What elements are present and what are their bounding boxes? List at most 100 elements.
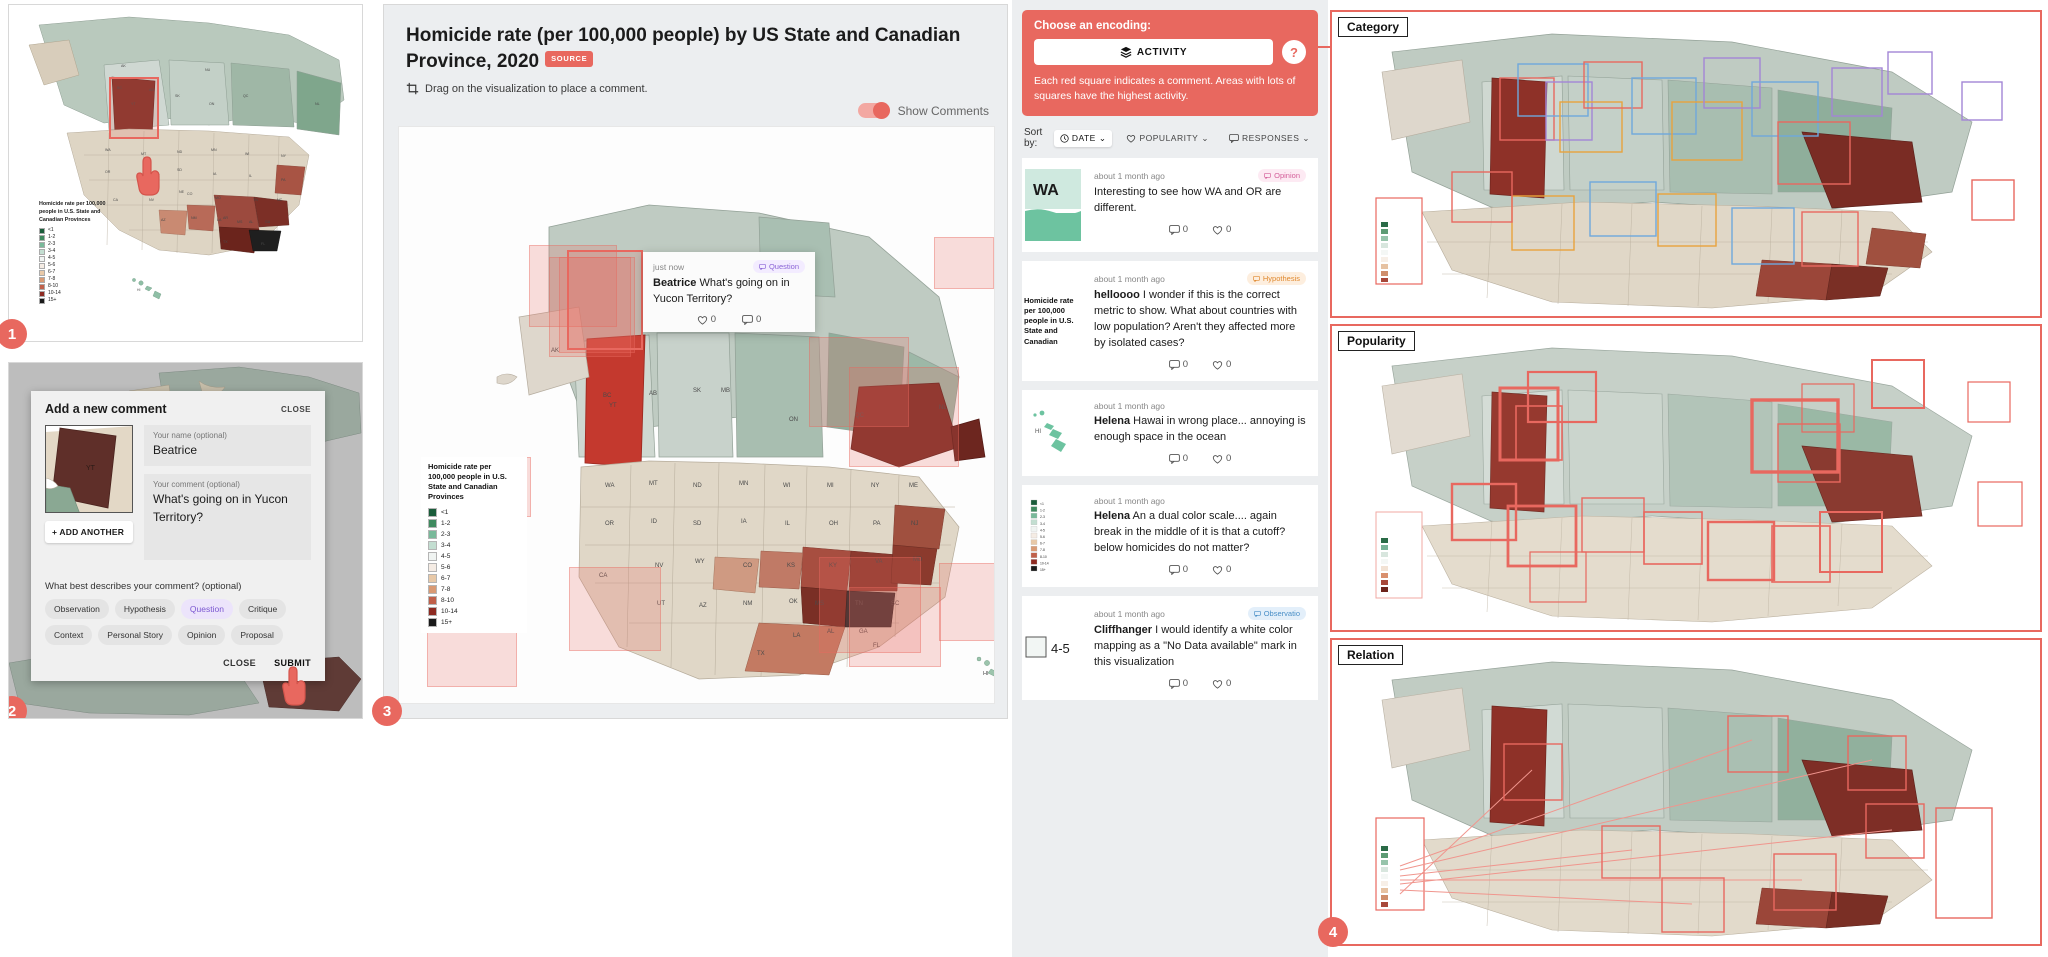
encoding-preview-popularity[interactable]: Popularity: [1330, 324, 2042, 632]
comment-tag-label: Observatio: [1263, 609, 1300, 619]
comment-header: about 1 month ago: [1094, 496, 1306, 506]
name-field[interactable]: Your name (optional) Beatrice: [144, 425, 311, 466]
comment-reply-stat[interactable]: 0: [1168, 564, 1188, 575]
source-badge[interactable]: SOURCE: [545, 50, 594, 67]
legend-swatch: [39, 283, 45, 290]
tag-option-question[interactable]: Question: [180, 599, 233, 619]
comment-reply-stat[interactable]: 0: [1168, 678, 1188, 689]
comment-card[interactable]: 4-5 about 1 month ago Observatio Cliffhange…: [1022, 596, 1318, 700]
svg-text:TX: TX: [757, 651, 765, 657]
tag-option-personal-story[interactable]: Personal Story: [98, 625, 173, 645]
comment-like-stat[interactable]: 0: [1212, 359, 1231, 370]
add-another-button[interactable]: + ADD ANOTHER: [45, 521, 133, 543]
comment-thumbnail: <1 1-2 2-3 3-4 4-5 5-6 6-7 7-8 8-10 10-14 15+: [1022, 496, 1084, 576]
dialog-submit-button[interactable]: SUBMIT: [274, 658, 311, 668]
comment-square[interactable]: [849, 587, 941, 667]
svg-text:SK: SK: [693, 388, 701, 394]
svg-text:AZ: AZ: [699, 603, 707, 609]
comment-tag-badge: Opinion: [1258, 169, 1306, 183]
heart-icon: [1212, 225, 1223, 235]
comment-stats: 00: [1094, 224, 1306, 235]
legend-bin-label: 8-10: [441, 596, 455, 604]
svg-text:ND: ND: [177, 150, 183, 154]
category-preview-map: [1332, 12, 2040, 316]
tag-option-proposal[interactable]: Proposal: [231, 625, 283, 645]
active-selection-rectangle[interactable]: [567, 250, 643, 350]
legend-swatch: [428, 529, 437, 539]
overview-legend: Homicide rate per 100,000 people in U.S.…: [39, 201, 117, 304]
svg-text:OH: OH: [829, 521, 838, 527]
comment-like-count: 0: [1226, 678, 1232, 689]
tag-option-context[interactable]: Context: [45, 625, 93, 645]
comment-bubble-icon: [1264, 172, 1271, 179]
legend-row: 4-5: [428, 551, 520, 562]
svg-text:5-6: 5-6: [1040, 535, 1045, 539]
thumbnail-column: YT + ADD ANOTHER: [45, 425, 133, 568]
sort-option-responses[interactable]: RESPONSES ⌄: [1223, 130, 1316, 147]
comment-like-count: 0: [1226, 564, 1232, 575]
svg-text:NY: NY: [871, 483, 879, 489]
comment-reply-stat[interactable]: 0: [1168, 453, 1188, 464]
panel-4-encoding-previews: Category Popularity Relation 4: [1308, 4, 2042, 953]
tooltip-reply-stat[interactable]: 0: [742, 314, 761, 325]
sort-option-date[interactable]: DATE ⌄: [1053, 129, 1113, 147]
svg-text:ID: ID: [651, 519, 658, 525]
comment-square[interactable]: [934, 237, 994, 289]
sort-option-label: RESPONSES: [1241, 133, 1300, 144]
comment-card[interactable]: Homicide rate per 100,000 people in U.S.…: [1022, 261, 1318, 382]
comment-square[interactable]: [849, 367, 959, 467]
comment-field[interactable]: Your comment (optional) What's going on …: [144, 474, 311, 560]
tooltip-like-stat[interactable]: 0: [697, 314, 716, 325]
svg-text:MI: MI: [827, 483, 834, 489]
comment-square[interactable]: [569, 567, 661, 651]
visualization-canvas[interactable]: WA OR CA MT ID NV ND SD WY MN IA CO WI IL KS MI OH K…: [398, 126, 995, 704]
sort-option-popularity[interactable]: POPULARITY ⌄: [1120, 130, 1214, 147]
comment-icon: [1168, 678, 1180, 689]
tag-option-hypothesis[interactable]: Hypothesis: [114, 599, 175, 619]
encoding-select[interactable]: ACTIVITY: [1034, 39, 1273, 65]
svg-text:LA: LA: [793, 633, 800, 639]
comment-timestamp: about 1 month ago: [1094, 608, 1165, 619]
dialog-close-top-button[interactable]: CLOSE: [281, 405, 311, 414]
dialog-close-button[interactable]: CLOSE: [223, 658, 256, 668]
tag-option-observation[interactable]: Observation: [45, 599, 109, 619]
comment-reply-stat[interactable]: 0: [1168, 224, 1188, 235]
comment-like-stat[interactable]: 0: [1212, 564, 1231, 575]
comment-square[interactable]: [939, 563, 994, 641]
chevron-down-icon: ⌄: [1201, 132, 1209, 143]
legend-swatch: [428, 518, 437, 528]
svg-text:HI: HI: [137, 288, 140, 292]
svg-text:TN: TN: [253, 198, 258, 202]
comment-like-stat[interactable]: 0: [1212, 224, 1231, 235]
tag-option-critique[interactable]: Critique: [238, 599, 287, 619]
encoding-preview-category[interactable]: Category: [1330, 10, 2042, 318]
comment-reply-stat[interactable]: 0: [1168, 359, 1188, 370]
sort-option-label: POPULARITY: [1139, 133, 1199, 144]
legend-swatch: [39, 262, 45, 269]
tooltip-header: just now Question: [653, 260, 805, 273]
legend-swatch: [39, 248, 45, 255]
comment-card[interactable]: HI about 1 month ago Helena Hawai in wrong…: [1022, 390, 1318, 477]
comment-timestamp: about 1 month ago: [1094, 401, 1165, 412]
comment-stats: 00: [1094, 359, 1306, 370]
comment-card[interactable]: WA about 1 month ago Opinion Interesting to…: [1022, 158, 1318, 253]
comment-icon: [1168, 224, 1180, 235]
legend-swatch: [428, 606, 437, 616]
comment-tag-label: Opinion: [1274, 171, 1300, 181]
comment-like-stat[interactable]: 0: [1212, 678, 1231, 689]
svg-text:MN: MN: [211, 148, 217, 152]
show-comments-toggle[interactable]: [857, 102, 890, 120]
tag-option-opinion[interactable]: Opinion: [178, 625, 226, 645]
comment-card[interactable]: <1 1-2 2-3 3-4 4-5 5-6 6-7 7-8 8-10 10-14 15+ about…: [1022, 485, 1318, 588]
svg-text:CO: CO: [743, 563, 752, 569]
encoding-preview-relation[interactable]: Relation: [1330, 638, 2042, 946]
svg-text:ME: ME: [909, 483, 918, 489]
comment-text: Interesting to see how WA and OR are dif…: [1094, 186, 1282, 215]
comment-reply-count: 0: [1182, 564, 1188, 575]
legend-bin-label: 5-6: [441, 563, 451, 571]
encoding-help-button[interactable]: ?: [1282, 40, 1306, 64]
sort-bar: Sort by: DATE ⌄ POPULARITY ⌄ RESPONSES ⌄: [1012, 116, 1328, 158]
legend-swatch: [39, 241, 45, 248]
comment-content: about 1 month ago Helena Hawai in wrong p…: [1094, 401, 1306, 465]
comment-like-stat[interactable]: 0: [1212, 453, 1231, 464]
